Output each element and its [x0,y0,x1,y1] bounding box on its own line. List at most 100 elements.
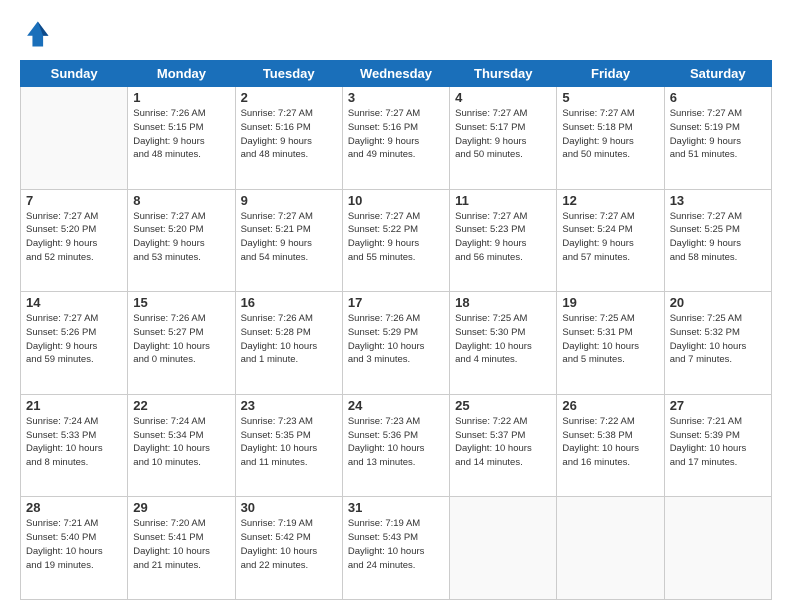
calendar-cell: 28 Sunrise: 7:21 AM Sunset: 5:40 PM Dayli… [21,497,128,600]
day-info: Sunrise: 7:25 AM Sunset: 5:30 PM Dayligh… [455,312,551,367]
day-number: 6 [670,90,766,105]
day-info: Sunrise: 7:27 AM Sunset: 5:23 PM Dayligh… [455,210,551,265]
day-info: Sunrise: 7:25 AM Sunset: 5:32 PM Dayligh… [670,312,766,367]
calendar-cell: 27 Sunrise: 7:21 AM Sunset: 5:39 PM Dayli… [664,394,771,497]
calendar-cell: 9 Sunrise: 7:27 AM Sunset: 5:21 PM Daylig… [235,189,342,292]
calendar-cell: 16 Sunrise: 7:26 AM Sunset: 5:28 PM Dayli… [235,292,342,395]
day-number: 15 [133,295,229,310]
day-number: 8 [133,193,229,208]
calendar-cell: 19 Sunrise: 7:25 AM Sunset: 5:31 PM Dayli… [557,292,664,395]
day-number: 3 [348,90,444,105]
day-number: 20 [670,295,766,310]
day-info: Sunrise: 7:27 AM Sunset: 5:16 PM Dayligh… [241,107,337,162]
calendar-cell: 1 Sunrise: 7:26 AM Sunset: 5:15 PM Daylig… [128,87,235,190]
day-info: Sunrise: 7:26 AM Sunset: 5:28 PM Dayligh… [241,312,337,367]
day-number: 14 [26,295,122,310]
day-info: Sunrise: 7:23 AM Sunset: 5:35 PM Dayligh… [241,415,337,470]
day-number: 30 [241,500,337,515]
day-number: 19 [562,295,658,310]
calendar-cell: 29 Sunrise: 7:20 AM Sunset: 5:41 PM Dayli… [128,497,235,600]
day-number: 27 [670,398,766,413]
day-info: Sunrise: 7:26 AM Sunset: 5:29 PM Dayligh… [348,312,444,367]
day-number: 21 [26,398,122,413]
calendar-cell: 10 Sunrise: 7:27 AM Sunset: 5:22 PM Dayli… [342,189,449,292]
day-info: Sunrise: 7:27 AM Sunset: 5:19 PM Dayligh… [670,107,766,162]
day-number: 24 [348,398,444,413]
calendar-cell: 12 Sunrise: 7:27 AM Sunset: 5:24 PM Dayli… [557,189,664,292]
day-info: Sunrise: 7:21 AM Sunset: 5:39 PM Dayligh… [670,415,766,470]
calendar-cell: 15 Sunrise: 7:26 AM Sunset: 5:27 PM Dayli… [128,292,235,395]
day-info: Sunrise: 7:26 AM Sunset: 5:15 PM Dayligh… [133,107,229,162]
day-info: Sunrise: 7:27 AM Sunset: 5:17 PM Dayligh… [455,107,551,162]
calendar-cell: 6 Sunrise: 7:27 AM Sunset: 5:19 PM Daylig… [664,87,771,190]
day-info: Sunrise: 7:27 AM Sunset: 5:25 PM Dayligh… [670,210,766,265]
calendar-cell: 7 Sunrise: 7:27 AM Sunset: 5:20 PM Daylig… [21,189,128,292]
day-info: Sunrise: 7:22 AM Sunset: 5:38 PM Dayligh… [562,415,658,470]
day-number: 25 [455,398,551,413]
day-info: Sunrise: 7:26 AM Sunset: 5:27 PM Dayligh… [133,312,229,367]
day-info: Sunrise: 7:19 AM Sunset: 5:42 PM Dayligh… [241,517,337,572]
day-info: Sunrise: 7:27 AM Sunset: 5:18 PM Dayligh… [562,107,658,162]
calendar-cell: 4 Sunrise: 7:27 AM Sunset: 5:17 PM Daylig… [450,87,557,190]
calendar-cell: 18 Sunrise: 7:25 AM Sunset: 5:30 PM Dayli… [450,292,557,395]
day-number: 10 [348,193,444,208]
day-info: Sunrise: 7:23 AM Sunset: 5:36 PM Dayligh… [348,415,444,470]
calendar-cell: 24 Sunrise: 7:23 AM Sunset: 5:36 PM Dayli… [342,394,449,497]
calendar-cell: 11Sunrise: 7:27 AM Sunset: 5:23 PM Dayli… [450,189,557,292]
day-number: 12 [562,193,658,208]
day-info: Sunrise: 7:22 AM Sunset: 5:37 PM Dayligh… [455,415,551,470]
logo-icon [20,18,52,50]
day-info: Sunrise: 7:24 AM Sunset: 5:33 PM Dayligh… [26,415,122,470]
calendar-table: SundayMondayTuesdayWednesdayThursdayFrid… [20,60,772,600]
day-number: 1 [133,90,229,105]
day-number: 22 [133,398,229,413]
calendar-cell: 20 Sunrise: 7:25 AM Sunset: 5:32 PM Dayli… [664,292,771,395]
day-number: 16 [241,295,337,310]
calendar-cell [664,497,771,600]
calendar-cell: 8 Sunrise: 7:27 AM Sunset: 5:20 PM Daylig… [128,189,235,292]
calendar-cell: 3 Sunrise: 7:27 AM Sunset: 5:16 PM Daylig… [342,87,449,190]
col-header-monday: Monday [128,61,235,87]
day-number: 18 [455,295,551,310]
logo [20,18,56,50]
calendar-cell: 13 Sunrise: 7:27 AM Sunset: 5:25 PM Dayli… [664,189,771,292]
day-info: Sunrise: 7:27 AM Sunset: 5:16 PM Dayligh… [348,107,444,162]
calendar-cell [21,87,128,190]
day-number: 13 [670,193,766,208]
day-number: 4 [455,90,551,105]
col-header-saturday: Saturday [664,61,771,87]
day-info: Sunrise: 7:20 AM Sunset: 5:41 PM Dayligh… [133,517,229,572]
col-header-sunday: Sunday [21,61,128,87]
col-header-friday: Friday [557,61,664,87]
calendar-cell: 26 Sunrise: 7:22 AM Sunset: 5:38 PM Dayli… [557,394,664,497]
day-info: Sunrise: 7:27 AM Sunset: 5:24 PM Dayligh… [562,210,658,265]
day-number: 29 [133,500,229,515]
day-number: 9 [241,193,337,208]
calendar-cell: 30 Sunrise: 7:19 AM Sunset: 5:42 PM Dayli… [235,497,342,600]
day-number: 23 [241,398,337,413]
day-info: Sunrise: 7:27 AM Sunset: 5:20 PM Dayligh… [133,210,229,265]
calendar-cell: 2 Sunrise: 7:27 AM Sunset: 5:16 PM Daylig… [235,87,342,190]
day-number: 2 [241,90,337,105]
calendar-cell: 25 Sunrise: 7:22 AM Sunset: 5:37 PM Dayli… [450,394,557,497]
day-number: 7 [26,193,122,208]
day-number: 26 [562,398,658,413]
day-number: 31 [348,500,444,515]
day-info: Sunrise: 7:19 AM Sunset: 5:43 PM Dayligh… [348,517,444,572]
calendar-cell: 21 Sunrise: 7:24 AM Sunset: 5:33 PM Dayli… [21,394,128,497]
day-info: Sunrise: 7:27 AM Sunset: 5:21 PM Dayligh… [241,210,337,265]
col-header-tuesday: Tuesday [235,61,342,87]
day-number: 5 [562,90,658,105]
day-number: 28 [26,500,122,515]
calendar-cell: 17Sunrise: 7:26 AM Sunset: 5:29 PM Dayli… [342,292,449,395]
calendar-cell [557,497,664,600]
day-info: Sunrise: 7:27 AM Sunset: 5:20 PM Dayligh… [26,210,122,265]
day-info: Sunrise: 7:25 AM Sunset: 5:31 PM Dayligh… [562,312,658,367]
calendar-cell: 5 Sunrise: 7:27 AM Sunset: 5:18 PM Daylig… [557,87,664,190]
day-info: Sunrise: 7:24 AM Sunset: 5:34 PM Dayligh… [133,415,229,470]
day-info: Sunrise: 7:21 AM Sunset: 5:40 PM Dayligh… [26,517,122,572]
day-info: Sunrise: 7:27 AM Sunset: 5:22 PM Dayligh… [348,210,444,265]
calendar-cell [450,497,557,600]
calendar-cell: 23 Sunrise: 7:23 AM Sunset: 5:35 PM Dayli… [235,394,342,497]
col-header-wednesday: Wednesday [342,61,449,87]
